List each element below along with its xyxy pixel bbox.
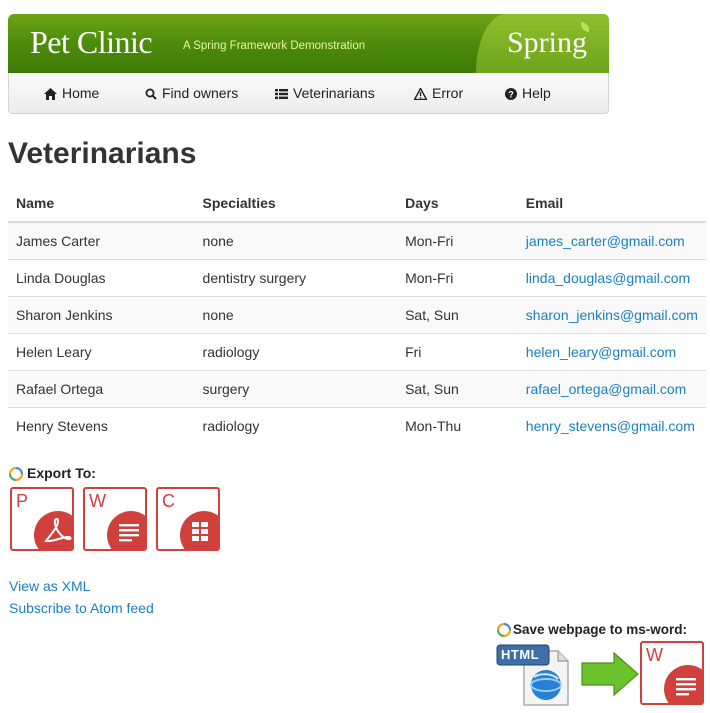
table-row: James Carter none Mon-Fri james_carter@g… <box>8 221 706 260</box>
export-label-text: Export To: <box>27 465 96 481</box>
vet-email-link[interactable]: linda_douglas@gmail.com <box>526 270 690 286</box>
nav-find-owners[interactable]: Find owners <box>145 73 238 113</box>
vets-table: Name Specialties Days Email James Carter… <box>8 185 706 444</box>
vet-specialties: none <box>194 221 398 260</box>
vet-specialties: radiology <box>194 407 398 444</box>
vet-email-link[interactable]: helen_leary@gmail.com <box>526 344 676 360</box>
column-header-name: Name <box>8 185 195 223</box>
word-doc-letter: W <box>646 645 663 665</box>
vet-days: Mon-Thu <box>397 407 518 444</box>
pdf-badge <box>34 511 72 549</box>
vet-name: Helen Leary <box>8 333 195 371</box>
export-logo-icon <box>9 467 23 481</box>
vet-email-link[interactable]: rafael_ortega@gmail.com <box>526 381 687 397</box>
word-doc-icon: W <box>640 641 704 705</box>
vet-specialties: dentistry surgery <box>194 259 398 297</box>
nav-veterinarians[interactable]: Veterinarians <box>275 73 375 113</box>
nav-home-label: Home <box>62 85 100 101</box>
vet-name: Henry Stevens <box>8 407 195 444</box>
vet-days: Sat, Sun <box>397 296 518 334</box>
csv-export-letter: C <box>162 491 175 511</box>
nav-error[interactable]: Error <box>413 73 464 113</box>
help-icon: ? <box>505 88 517 100</box>
word-badge <box>107 511 145 549</box>
vet-days: Mon-Fri <box>397 221 518 260</box>
vet-name: Sharon Jenkins <box>8 296 195 334</box>
table-row: Sharon Jenkins none Sat, Sun sharon_jenk… <box>8 296 706 334</box>
home-icon <box>44 88 57 100</box>
vet-specialties: radiology <box>194 333 398 371</box>
nav-find-owners-label: Find owners <box>162 85 239 101</box>
nav-home[interactable]: Home <box>44 73 99 113</box>
column-header-email: Email <box>517 185 706 223</box>
nav-veterinarians-label: Veterinarians <box>293 85 375 101</box>
vet-days: Mon-Fri <box>397 259 518 297</box>
vet-name: Rafael Ortega <box>8 370 195 408</box>
header-banner: Pet Clinic A Spring Framework Demonstrat… <box>8 14 609 73</box>
view-as-xml-link[interactable]: View as XML <box>9 578 90 594</box>
export-label: Export To: <box>9 465 96 481</box>
spring-logo: Spring <box>506 26 587 59</box>
nav-error-label: Error <box>432 85 464 101</box>
table-row: Linda Douglas dentistry surgery Mon-Fri … <box>8 259 706 297</box>
warning-icon <box>413 87 428 101</box>
acrobat-icon <box>44 517 72 543</box>
vet-specialties: surgery <box>194 370 398 408</box>
vet-name: James Carter <box>8 221 195 260</box>
vet-specialties: none <box>194 296 398 334</box>
nav-help-label: Help <box>522 85 551 101</box>
vet-email-link[interactable]: james_carter@gmail.com <box>526 233 685 249</box>
table-header-row: Name Specialties Days Email <box>8 185 706 223</box>
save-to-word-label: Save webpage to ms-word: <box>497 622 687 637</box>
save-to-word-text: Save webpage to ms-word: <box>513 622 688 637</box>
csv-export-icon[interactable]: C <box>156 487 220 551</box>
save-logo-icon <box>497 623 511 637</box>
table-row: Helen Leary radiology Fri helen_leary@gm… <box>8 333 706 371</box>
word-doc-badge <box>664 665 702 703</box>
column-header-days: Days <box>397 185 518 223</box>
table-row: Rafael Ortega surgery Sat, Sun rafael_or… <box>8 370 706 408</box>
app-title: Pet Clinic <box>30 24 153 60</box>
vet-name: Linda Douglas <box>8 259 195 297</box>
word-export-icon[interactable]: W <box>83 487 147 551</box>
search-icon <box>145 88 157 100</box>
column-header-specialties: Specialties <box>194 185 398 223</box>
list-icon <box>275 89 288 99</box>
vet-days: Sat, Sun <box>397 370 518 408</box>
atom-feed-link[interactable]: Subscribe to Atom feed <box>9 600 154 616</box>
save-to-word-button[interactable]: HTML W <box>496 641 706 707</box>
word-doc-lines-icon <box>676 678 696 696</box>
vet-days: Fri <box>397 333 518 371</box>
svg-text:?: ? <box>508 90 514 100</box>
grid-icon <box>192 522 208 541</box>
text-lines-icon <box>119 524 139 542</box>
word-export-letter: W <box>89 491 106 511</box>
pdf-export-icon[interactable]: P <box>10 487 74 551</box>
vet-email-link[interactable]: henry_stevens@gmail.com <box>526 418 695 434</box>
nav-help[interactable]: ? Help <box>505 73 551 113</box>
table-row: Henry Stevens radiology Mon-Thu henry_st… <box>8 407 706 444</box>
arrow-right-icon <box>581 651 639 697</box>
vet-email-link[interactable]: sharon_jenkins@gmail.com <box>526 307 698 323</box>
navbar: Home Find owners Veterinarians Error ? He… <box>8 73 609 114</box>
pdf-export-letter: P <box>16 491 29 511</box>
page-title: Veterinarians <box>8 137 197 170</box>
html-badge-text: HTML <box>501 647 540 662</box>
app-subtitle: A Spring Framework Demonstration <box>183 40 366 52</box>
csv-badge <box>180 511 218 549</box>
